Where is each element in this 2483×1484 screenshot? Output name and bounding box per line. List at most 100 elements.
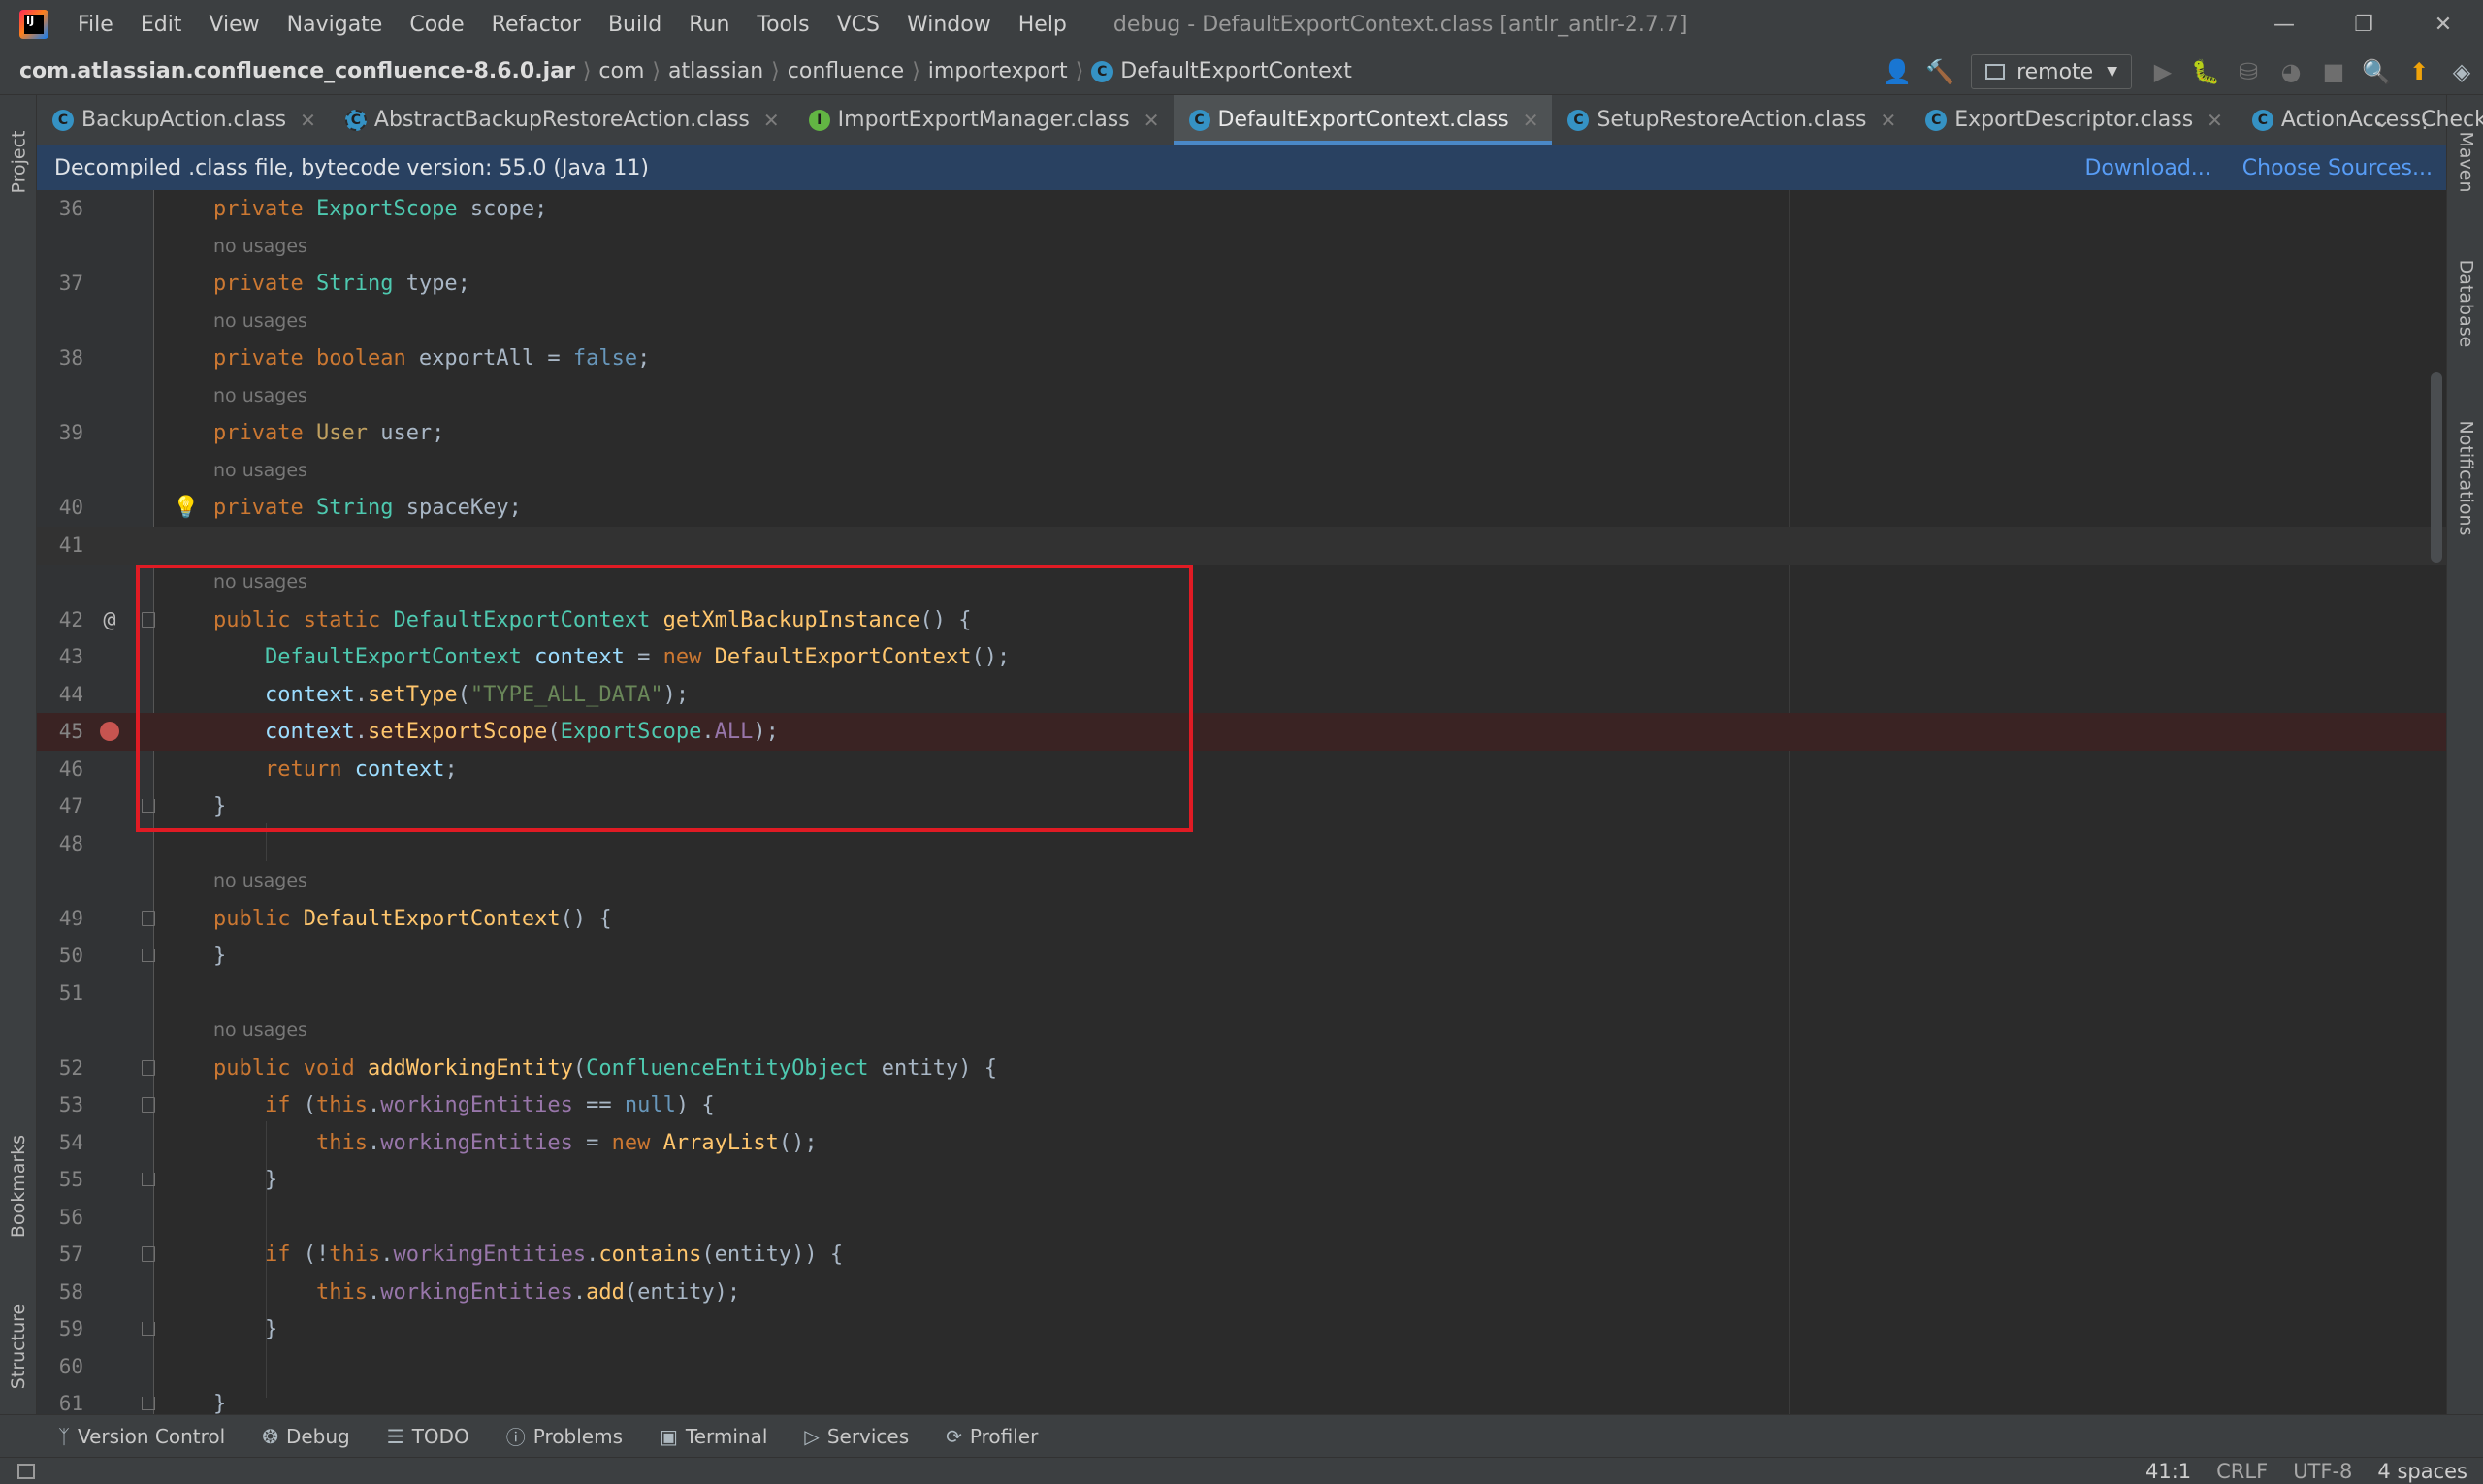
breadcrumb-atlassian[interactable]: atlassian: [668, 59, 763, 83]
coverage-icon[interactable]: ⛁: [2229, 52, 2268, 91]
line-separator[interactable]: CRLF: [2216, 1460, 2268, 1483]
usage-hint[interactable]: no usages: [213, 460, 307, 481]
minimize-icon[interactable]: —: [2244, 0, 2324, 48]
menu-code[interactable]: Code: [409, 13, 464, 37]
breadcrumb-class[interactable]: DefaultExportContext: [1120, 59, 1352, 83]
fold-icon[interactable]: [142, 1097, 155, 1113]
tab-abstract-backup-restore-action[interactable]: C AbstractBackupRestoreAction.class ✕: [330, 95, 793, 145]
close-icon[interactable]: ✕: [300, 109, 316, 132]
scrollbar-thumb[interactable]: [2431, 372, 2442, 563]
code-text: context.setType("TYPE_ALL_DATA");: [264, 682, 690, 707]
run-icon[interactable]: ▶: [2144, 52, 2182, 91]
debug-tool[interactable]: ❂ Debug: [262, 1425, 350, 1448]
caret-position[interactable]: 41:1: [2145, 1460, 2191, 1483]
close-icon[interactable]: ✕: [1523, 109, 1539, 132]
run-configuration-select[interactable]: remote ▼: [1971, 54, 2132, 89]
usage-hint[interactable]: no usages: [213, 870, 307, 891]
lightbulb-icon[interactable]: 💡: [173, 496, 199, 520]
tool-label: Version Control: [78, 1424, 226, 1448]
notifications-tool-tab[interactable]: Notifications: [2447, 396, 2483, 561]
status-bar: 41:1 CRLF UTF-8 4 spaces: [0, 1457, 2483, 1484]
menu-window[interactable]: Window: [907, 13, 991, 37]
tab-setup-restore-action[interactable]: C SetupRestoreAction.class ✕: [1552, 95, 1910, 145]
fold-end-icon[interactable]: [142, 799, 155, 814]
toggle-tool-windows-icon[interactable]: [17, 1463, 35, 1479]
tab-backup-action[interactable]: C BackupAction.class ✕: [37, 95, 330, 145]
menu-view[interactable]: View: [209, 13, 259, 37]
breakpoint-icon[interactable]: [99, 721, 120, 742]
menu-navigate[interactable]: Navigate: [287, 13, 383, 37]
menu-help[interactable]: Help: [1018, 13, 1067, 37]
close-window-icon[interactable]: ✕: [2403, 0, 2483, 48]
close-icon[interactable]: ✕: [2207, 109, 2223, 132]
database-tool-tab[interactable]: Database: [2447, 241, 2483, 367]
breadcrumb-confluence[interactable]: confluence: [788, 59, 904, 83]
search-icon[interactable]: 🔍: [2357, 52, 2396, 91]
choose-sources-link[interactable]: Choose Sources...: [2242, 156, 2433, 180]
jetbrains-ai-icon[interactable]: ◈: [2442, 52, 2481, 91]
breadcrumb-jar[interactable]: com.atlassian.confluence_confluence-8.6.…: [19, 59, 575, 83]
download-link[interactable]: Download...: [2084, 156, 2210, 180]
annotation-at-icon[interactable]: @: [99, 608, 120, 632]
line-number: 37: [58, 272, 83, 296]
code-text: private User user;: [213, 420, 445, 445]
fold-end-icon[interactable]: [142, 1322, 155, 1337]
menu-tools[interactable]: Tools: [757, 13, 809, 37]
services-tool[interactable]: ▷ Services: [804, 1425, 909, 1448]
close-icon[interactable]: ✕: [763, 109, 780, 132]
menu-edit[interactable]: Edit: [141, 13, 182, 37]
fold-icon[interactable]: [142, 911, 155, 927]
indent-setting[interactable]: 4 spaces: [2377, 1460, 2467, 1483]
tab-label: BackupAction.class: [81, 108, 287, 132]
breadcrumb-importexport[interactable]: importexport: [928, 59, 1068, 83]
menu-run[interactable]: Run: [689, 13, 729, 37]
close-icon[interactable]: ✕: [1144, 109, 1160, 132]
project-tool-tab[interactable]: Project: [0, 109, 37, 215]
user-icon[interactable]: 👤: [1878, 52, 1917, 91]
usage-hint[interactable]: no usages: [213, 1019, 307, 1041]
todo-tool[interactable]: ☰ TODO: [387, 1425, 469, 1448]
stop-icon[interactable]: ■: [2314, 52, 2353, 91]
profiler-tool[interactable]: ⟳ Profiler: [946, 1425, 1038, 1448]
restore-icon[interactable]: ❐: [2324, 0, 2403, 48]
code-editor[interactable]: 36 private ExportScope scope; no usages …: [37, 190, 2446, 1414]
usage-hint[interactable]: no usages: [213, 571, 307, 593]
debug-bug-icon[interactable]: 🐛: [2186, 52, 2225, 91]
build-hammer-icon[interactable]: 🔨: [1920, 52, 1959, 91]
menu-build[interactable]: Build: [608, 13, 661, 37]
chevron-right-icon: ⟩: [912, 59, 920, 83]
fold-icon[interactable]: [142, 1060, 155, 1077]
structure-tool-tab[interactable]: Structure: [0, 1278, 37, 1414]
usage-hint[interactable]: no usages: [213, 385, 307, 406]
terminal-tool[interactable]: ▣ Terminal: [660, 1425, 767, 1448]
usage-hint[interactable]: no usages: [213, 310, 307, 332]
update-icon[interactable]: ⬆: [2400, 52, 2438, 91]
bug-icon: ❂: [262, 1424, 278, 1448]
fold-icon[interactable]: [142, 612, 155, 629]
version-control-tool[interactable]: ᛉ Version Control: [58, 1425, 225, 1448]
menu-refactor[interactable]: Refactor: [492, 13, 581, 37]
fold-end-icon[interactable]: [142, 1173, 155, 1187]
tab-default-export-context[interactable]: C DefaultExportContext.class ✕: [1173, 95, 1553, 145]
fold-icon[interactable]: [142, 1246, 155, 1263]
file-encoding[interactable]: UTF-8: [2293, 1460, 2352, 1483]
usage-hint[interactable]: no usages: [213, 236, 307, 257]
fold-end-icon[interactable]: [142, 949, 155, 963]
bookmarks-tool-tab[interactable]: Bookmarks: [0, 1113, 37, 1259]
breadcrumb-com[interactable]: com: [598, 59, 644, 83]
code-line: 42 @ public static DefaultExportContext …: [37, 601, 2446, 639]
class-icon: C: [52, 109, 74, 131]
menu-vcs[interactable]: VCS: [837, 13, 880, 37]
close-icon[interactable]: ✕: [1881, 109, 1897, 132]
line-number: 51: [58, 982, 83, 1006]
vertical-scrollbar[interactable]: [2429, 190, 2446, 1414]
menu-file[interactable]: File: [78, 13, 113, 37]
tab-export-descriptor[interactable]: C ExportDescriptor.class ✕: [1910, 95, 2237, 145]
navigation-bar: com.atlassian.confluence_confluence-8.6.…: [0, 48, 2483, 95]
problems-tool[interactable]: ⓘ Problems: [506, 1422, 623, 1450]
profile-icon[interactable]: ◕: [2272, 52, 2310, 91]
tab-import-export-manager[interactable]: I ImportExportManager.class ✕: [793, 95, 1174, 145]
more-options-icon[interactable]: ⋮: [2403, 109, 2446, 133]
fold-end-icon[interactable]: [142, 1397, 155, 1411]
tab-list-chevron-icon[interactable]: ⌄: [2361, 109, 2403, 133]
